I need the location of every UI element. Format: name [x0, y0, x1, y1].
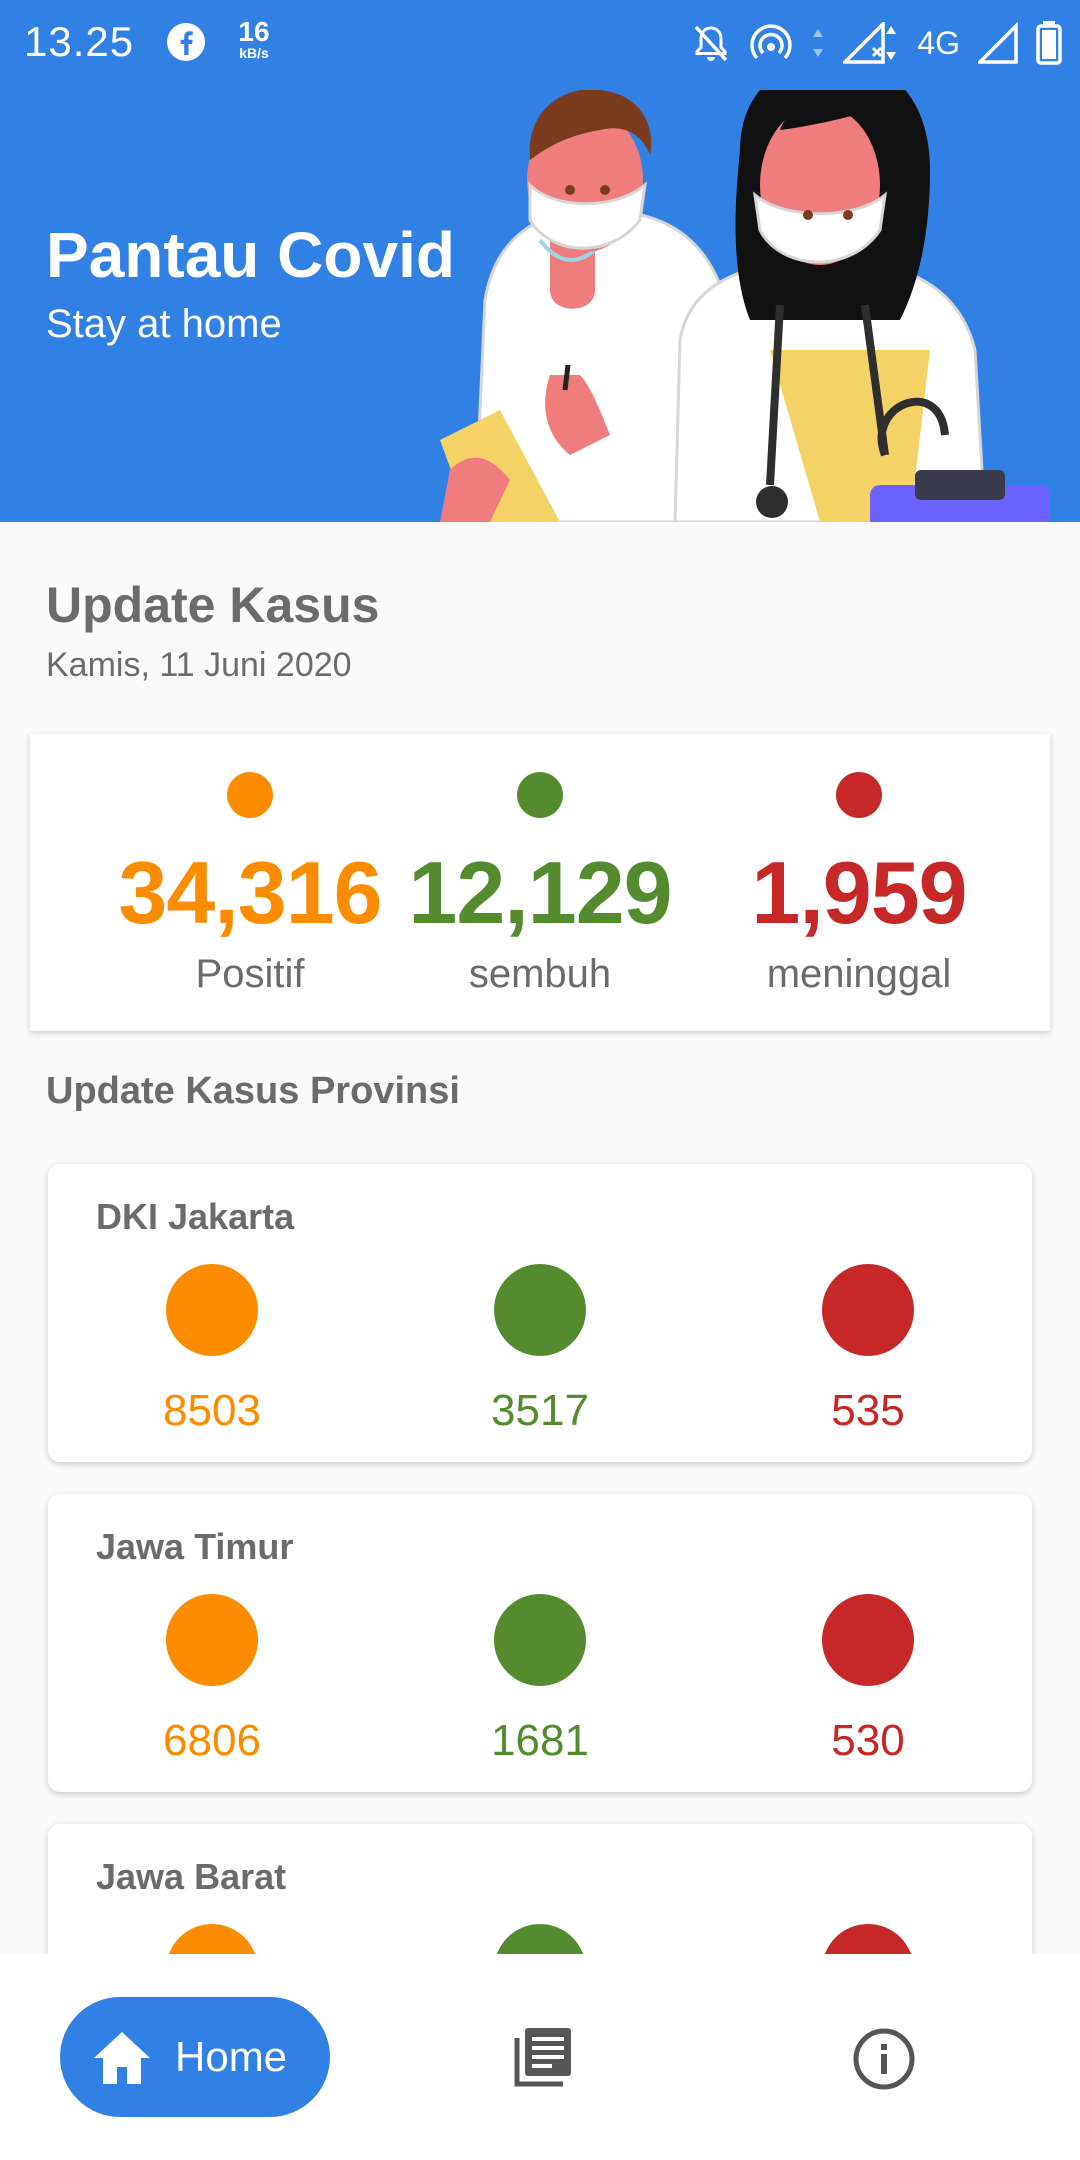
stat-value: 12,129	[408, 843, 672, 942]
doctors-illustration	[440, 90, 1050, 522]
province-card[interactable]: Jawa Timur 6806 1681 530	[48, 1494, 1032, 1792]
province-card[interactable]: DKI Jakarta 8503 3517 535	[48, 1164, 1032, 1462]
stat-label: Positif	[195, 952, 305, 996]
sembuh-value: 1681	[491, 1716, 589, 1765]
stat-positif: 34,316 Positif	[90, 734, 410, 1031]
stat-label: meninggal	[766, 952, 952, 996]
signal-strength-icon	[978, 22, 1018, 64]
news-icon[interactable]	[505, 2024, 575, 2094]
summary-card: 34,316 Positif 12,129 sembuh 1,959 menin…	[30, 734, 1050, 1031]
network-speed: 16 kB/s	[234, 16, 274, 61]
meninggal-dot	[822, 1264, 914, 1356]
province-sembuh: 3517	[440, 1164, 640, 1462]
positif-dot	[166, 1594, 258, 1686]
home-icon	[94, 2032, 150, 2084]
facebook-icon	[167, 23, 205, 61]
province-section-title: Update Kasus Provinsi	[46, 1070, 460, 1112]
info-icon[interactable]	[849, 2024, 919, 2094]
app-subtitle: Stay at home	[46, 302, 282, 346]
positif-value: 8503	[163, 1386, 261, 1435]
positif-value: 6806	[163, 1716, 261, 1765]
sembuh-dot	[494, 1264, 586, 1356]
section-title: Update Kasus	[46, 577, 380, 633]
stat-sembuh: 12,129 sembuh	[380, 734, 700, 1031]
province-sembuh: 1681	[440, 1494, 640, 1792]
app-title: Pantau Covid	[46, 219, 455, 291]
stat-value: 34,316	[118, 843, 382, 942]
data-arrows-icon	[813, 29, 824, 57]
signal-icon	[843, 22, 897, 64]
notifications-off-icon	[695, 25, 728, 62]
meninggal-dot	[836, 772, 882, 818]
status-time: 13.25	[24, 18, 135, 65]
speed-unit: kB/s	[239, 45, 269, 61]
positif-dot	[166, 1264, 258, 1356]
province-meninggal: 530	[768, 1494, 968, 1792]
province-positif: 6806	[112, 1494, 312, 1792]
sembuh-value: 3517	[491, 1386, 589, 1435]
sembuh-dot	[494, 1594, 586, 1686]
header-banner: 13.25 16 kB/s 4G Pantau Covid Stay at ho…	[0, 0, 1080, 522]
update-date: Kamis, 11 Juni 2020	[46, 646, 352, 684]
nav-home-label: Home	[175, 2033, 288, 2080]
nav-home-button[interactable]: Home	[60, 1997, 330, 2117]
stat-meninggal: 1,959 meninggal	[699, 734, 1019, 1031]
status-bar: 13.25 16 kB/s 4G	[0, 0, 1080, 86]
status-icons: 4G	[691, 18, 1062, 68]
stat-label: sembuh	[468, 952, 612, 996]
app-screen: 13.25 16 kB/s 4G Pantau Covid Stay at ho…	[0, 0, 1080, 2160]
meninggal-value: 530	[831, 1716, 905, 1765]
province-positif: 8503	[112, 1164, 312, 1462]
hotspot-icon	[750, 24, 793, 60]
battery-icon	[1036, 21, 1062, 65]
network-type: 4G	[917, 24, 960, 61]
province-meninggal: 535	[768, 1164, 968, 1462]
speed-value: 16	[238, 16, 270, 47]
bottom-navigation: Home	[0, 1954, 1080, 2160]
stat-value: 1,959	[751, 843, 967, 942]
sembuh-dot	[517, 772, 563, 818]
positif-dot	[227, 772, 273, 818]
meninggal-dot	[822, 1594, 914, 1686]
meninggal-value: 535	[831, 1386, 905, 1435]
